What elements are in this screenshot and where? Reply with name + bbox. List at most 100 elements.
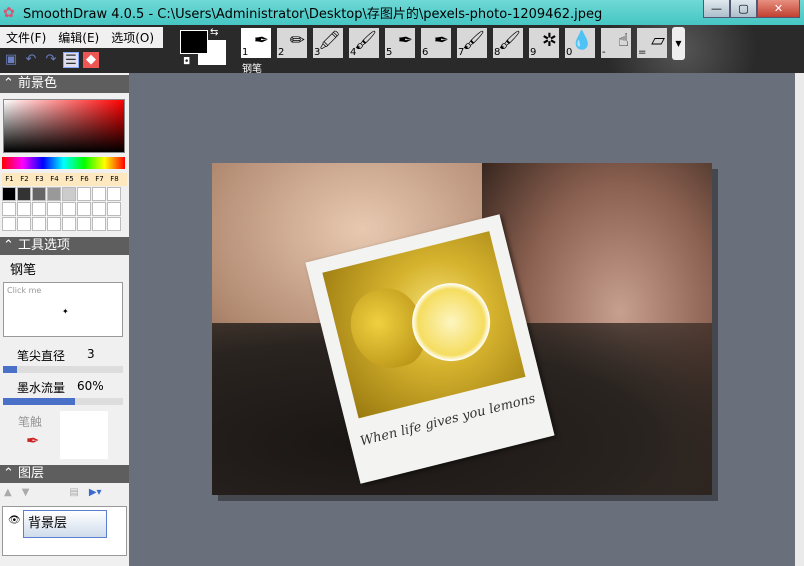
layer-menu-icon[interactable]: ▶▾ [89, 487, 102, 498]
palette-swatch[interactable] [17, 202, 31, 216]
eye-icon[interactable]: 👁 [8, 515, 21, 526]
layers-list: 👁 背景层 [2, 506, 127, 556]
pen-icon: ✒ [253, 30, 269, 51]
palette-swatch[interactable] [107, 217, 121, 231]
save-icon[interactable]: ▣ [3, 52, 19, 68]
fkey-label: F3 [35, 175, 44, 183]
palette-swatch[interactable] [92, 187, 106, 201]
airbrush-icon: ✒ [397, 30, 413, 51]
palette-swatch[interactable] [47, 187, 61, 201]
properties-icon[interactable]: ☰ [63, 52, 79, 68]
brush-texture-preview[interactable] [60, 411, 108, 459]
palette-swatch[interactable] [107, 202, 121, 216]
undo-icon[interactable]: ↶ [23, 52, 39, 68]
tool-4[interactable]: 4 🖌 [349, 28, 379, 58]
palette-swatch[interactable] [77, 202, 91, 216]
menu-file[interactable]: 文件(F) [0, 29, 52, 46]
tool-1[interactable]: 1 ✒ [241, 28, 271, 58]
tool-key: 9 [530, 47, 537, 58]
palette-swatch[interactable] [2, 217, 16, 231]
canvas-image[interactable]: When life gives you lemons [212, 163, 712, 495]
palette-swatch[interactable] [2, 187, 16, 201]
tool-2[interactable]: 2 ✏ [277, 28, 307, 58]
reset-colors-icon[interactable]: ◘ [183, 57, 190, 67]
saturation-value-picker[interactable] [3, 99, 125, 153]
menu-edit[interactable]: 编辑(E) [52, 29, 105, 46]
tool-7[interactable]: 7 🖌 [457, 28, 487, 58]
ink-flow-fill [3, 398, 75, 405]
tool-options-header[interactable]: ⌃ 工具选项 [0, 237, 129, 255]
layer-down-icon[interactable]: ▼ [22, 487, 30, 498]
tool-3[interactable]: 3 🖍 [313, 28, 343, 58]
palette-swatch[interactable] [2, 202, 16, 216]
toolbar: 文件(F) 编辑(E) 选项(O) ▣ ↶ ↷ ☰ ◆ ⇆ ◘ 1 ✒ 2 ✏ 3 🖍 4 🖌… [0, 25, 804, 75]
tool-8[interactable]: 8 🖌 [493, 28, 523, 58]
minimize-button[interactable]: — [703, 0, 730, 18]
palette-swatch[interactable] [77, 187, 91, 201]
finger-smudge-icon: ☝ [618, 30, 629, 51]
hue-slider[interactable] [2, 157, 125, 169]
ink-flow-slider[interactable] [3, 398, 123, 405]
fkey-label: F1 [5, 175, 14, 183]
palette-swatch[interactable] [92, 217, 106, 231]
tools-dropdown-button[interactable]: ▼ [672, 27, 685, 60]
flat-brush-icon: 🖌 [462, 30, 485, 51]
palette-swatch[interactable] [32, 187, 46, 201]
fkey-label: F6 [80, 175, 89, 183]
layer-properties-icon[interactable]: ▤ [69, 487, 78, 498]
ink-flow-label: 墨水流量 [17, 381, 66, 395]
close-button[interactable]: ✕ [757, 0, 800, 18]
palette-swatch[interactable] [62, 202, 76, 216]
redo-icon[interactable]: ↷ [43, 52, 59, 68]
tool-key: 5 [386, 47, 393, 58]
vertical-scrollbar[interactable] [795, 73, 804, 566]
layers-header[interactable]: ⌃ 图层 [0, 465, 129, 483]
swap-colors-icon[interactable]: ⇆ [210, 27, 218, 38]
palette-swatch[interactable] [62, 217, 76, 231]
water-drop-icon: 💧 [570, 30, 593, 51]
record-icon[interactable]: ◆ [83, 52, 99, 68]
window-title: SmoothDraw 4.0.5 - C:\Users\Administrato… [23, 7, 603, 22]
foreground-panel-header[interactable]: ⌃ 前景色 [0, 75, 129, 93]
ink-flow-value: 60% [77, 379, 104, 393]
sparkle-icon: ✲ [541, 30, 557, 51]
layer-item[interactable]: 背景层 [23, 510, 107, 538]
palette-swatch[interactable] [17, 217, 31, 231]
brush-touch-icon[interactable]: ✒ [26, 431, 39, 450]
tool-5[interactable]: 5 ✒ [385, 28, 415, 58]
palette-swatch[interactable] [32, 202, 46, 216]
tip-size-slider[interactable] [3, 366, 123, 373]
app-logo-icon: ✿ [3, 4, 15, 21]
menu-options[interactable]: 选项(O) [105, 29, 160, 46]
palette-swatch[interactable] [107, 187, 121, 201]
tool-key: 2 [278, 47, 285, 58]
palette-swatch[interactable] [92, 202, 106, 216]
tool-6[interactable]: 6 ✒ [421, 28, 451, 58]
panel-title: 前景色 [18, 76, 58, 91]
layer-up-icon[interactable]: ▲ [4, 487, 12, 498]
palette-swatch[interactable] [62, 187, 76, 201]
tip-size-label: 笔尖直径 [17, 349, 66, 363]
tool-key: 1 [242, 47, 249, 58]
sidebar: ⌃ 前景色 F1 F2 F3 F4 F5 F6 F7 F8 ⌃ 工具选项 钢笔 Click m… [0, 73, 129, 566]
palette-swatch[interactable] [17, 187, 31, 201]
palette-swatch[interactable] [32, 217, 46, 231]
maximize-button[interactable]: ▢ [730, 0, 757, 18]
tip-size-fill [3, 366, 18, 373]
palette-swatch[interactable] [77, 217, 91, 231]
fkey-label: F4 [50, 175, 59, 183]
pencil-icon: ✏ [289, 30, 305, 51]
tool-key: 6 [422, 47, 429, 58]
tool-9[interactable]: 9 ✲ [529, 28, 559, 58]
ink-brush-icon: 🖌 [498, 30, 521, 51]
brush-preview[interactable]: Click me ✦ [3, 282, 123, 337]
tool--[interactable]: - ☝ [601, 28, 631, 58]
preview-hint: Click me [7, 286, 42, 295]
palette-swatch[interactable] [47, 217, 61, 231]
tool-=[interactable]: = ▱ [637, 28, 667, 58]
fkey-label: F8 [110, 175, 119, 183]
brush-touch-label: 笔触 [18, 415, 43, 429]
tool-0[interactable]: 0 💧 [565, 28, 595, 58]
palette-swatch[interactable] [47, 202, 61, 216]
foreground-color-swatch[interactable] [180, 30, 208, 54]
